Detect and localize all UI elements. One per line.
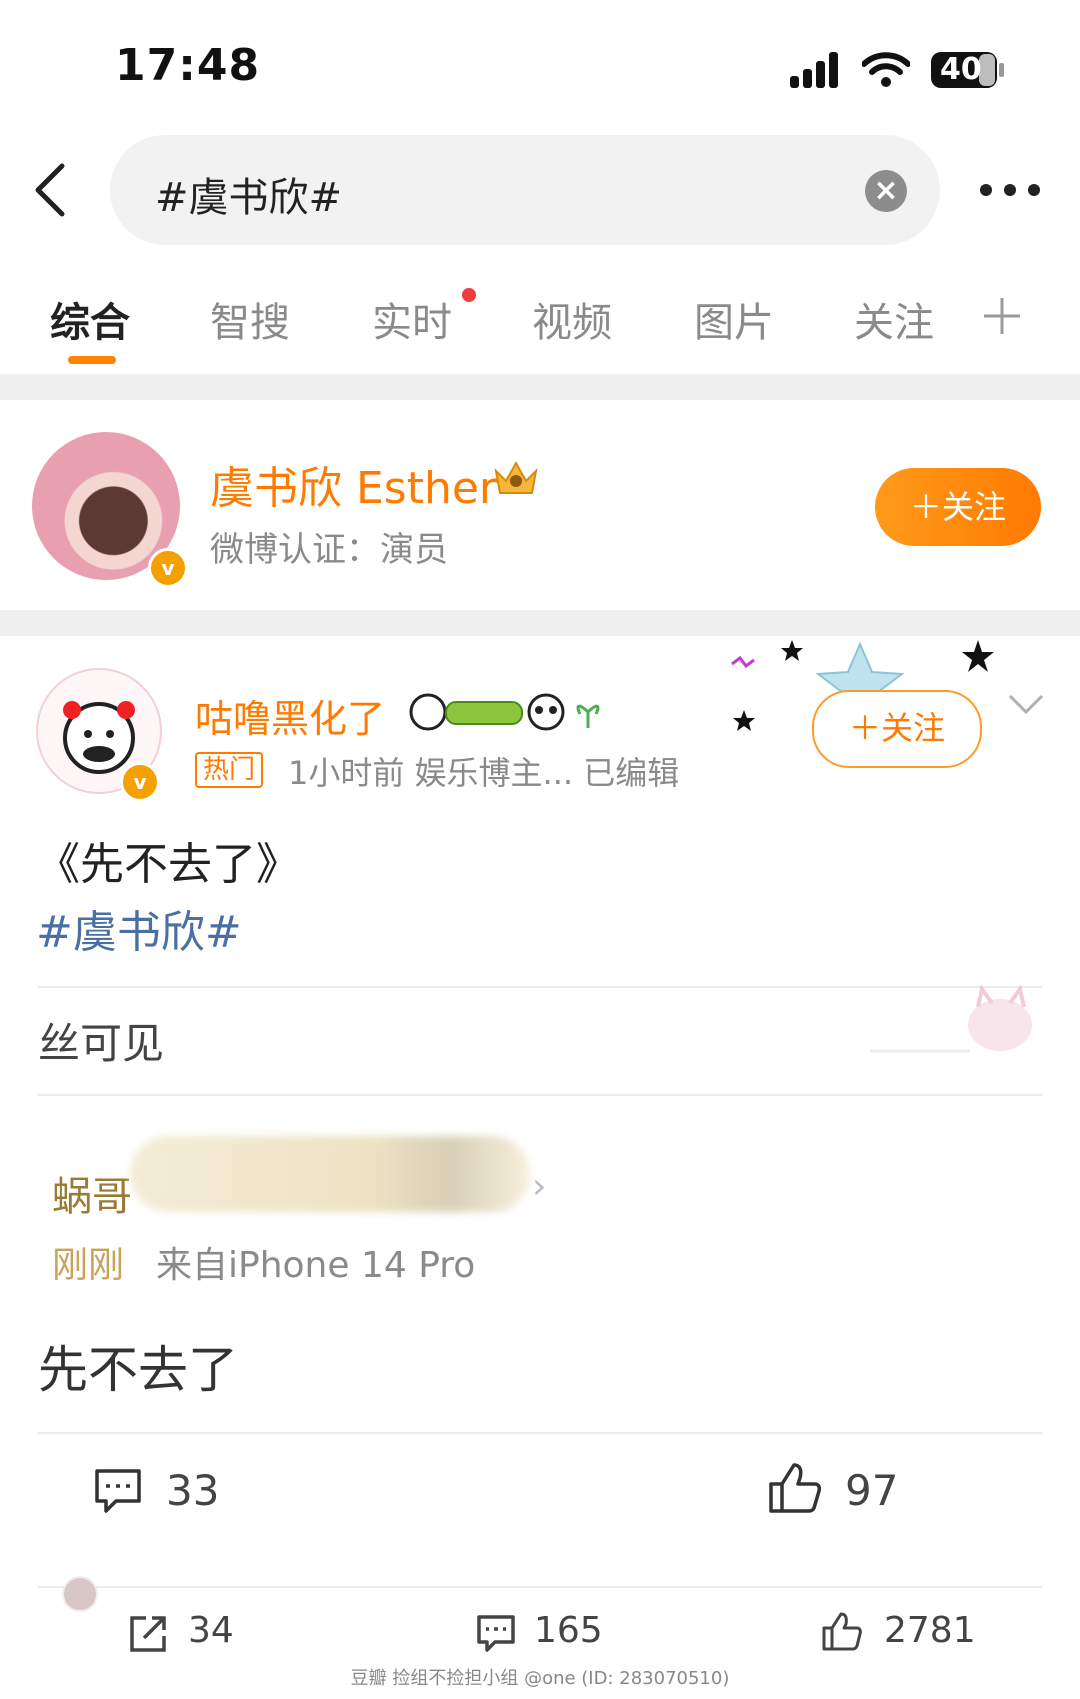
back-icon[interactable]: [30, 160, 70, 220]
verified-badge-icon: v: [148, 548, 188, 588]
tab-pictures[interactable]: 图片: [694, 290, 774, 348]
follow-button[interactable]: ＋关注: [875, 468, 1041, 546]
embedded-visibility-text: 丝可见: [38, 1019, 165, 1068]
embedded-post-text: 先不去了: [38, 1341, 238, 1399]
badge-icons: [409, 693, 600, 731]
embedded-source: 来自iPhone 14 Pro: [156, 1245, 476, 1286]
comment-icon: [95, 1469, 141, 1513]
tab-smart-search[interactable]: 智搜: [210, 290, 290, 348]
hot-tag: 热门: [195, 752, 264, 788]
verification-text: 微博认证：演员: [210, 530, 448, 570]
add-tab-icon[interactable]: [982, 296, 1022, 336]
repost-count[interactable]: 34: [188, 1610, 234, 1651]
repost-icon[interactable]: [128, 1614, 168, 1654]
tab-comprehensive[interactable]: 综合: [50, 290, 130, 348]
post-text: 《先不去了》: [36, 839, 300, 890]
search-input[interactable]: #虞书欣#: [155, 165, 342, 223]
post-meta: 1小时前 娱乐博主... 已编辑: [288, 754, 680, 792]
small-avatar: [62, 1576, 98, 1612]
cellular-signal-icon: [790, 52, 838, 88]
embedded-comment-count: 33: [166, 1466, 220, 1515]
verified-badge-icon: v: [120, 762, 160, 802]
divider: [0, 374, 1080, 400]
wifi-icon: [862, 52, 910, 87]
tab-video[interactable]: 视频: [532, 290, 612, 348]
clear-icon[interactable]: ×: [865, 170, 907, 212]
chevron-down-icon[interactable]: [1008, 692, 1044, 716]
embedded-author-name: 蜗哥: [52, 1174, 132, 1220]
like-icon: [769, 1463, 822, 1513]
watermark: 豆瓣 捡组不捡担小组 @one (ID: 283070510): [350, 1668, 730, 1689]
bunny-decoration-icon: [870, 985, 1032, 1053]
status-time: 17:48: [115, 40, 261, 91]
divider: [38, 1432, 1042, 1434]
notification-dot: [462, 288, 476, 302]
embedded-time: 刚刚: [52, 1245, 125, 1286]
tab-following[interactable]: 关注: [854, 290, 934, 348]
comment-count[interactable]: 165: [534, 1610, 603, 1651]
battery-level: 40: [940, 52, 982, 87]
battery-icon: 40: [930, 50, 1006, 90]
blurred-username: [130, 1136, 530, 1212]
divider: [38, 1586, 1042, 1588]
crown-icon: [494, 460, 538, 494]
embedded-like-count: 97: [845, 1466, 899, 1515]
comment-icon[interactable]: [476, 1614, 516, 1654]
chevron-right-icon: ›: [532, 1166, 547, 1207]
post-author-name[interactable]: 咕噜黑化了: [195, 688, 385, 743]
divider: [38, 1094, 1042, 1096]
tab-realtime[interactable]: 实时: [372, 290, 452, 348]
post-topic-link[interactable]: #虞书欣#: [36, 896, 242, 960]
post-follow-button[interactable]: ＋关注: [812, 690, 982, 768]
tab-active-indicator: [68, 356, 116, 364]
like-icon[interactable]: [822, 1612, 862, 1652]
like-count[interactable]: 2781: [884, 1610, 976, 1651]
user-name[interactable]: 虞书欣 Esther: [210, 452, 497, 516]
more-icon[interactable]: [978, 182, 1042, 198]
